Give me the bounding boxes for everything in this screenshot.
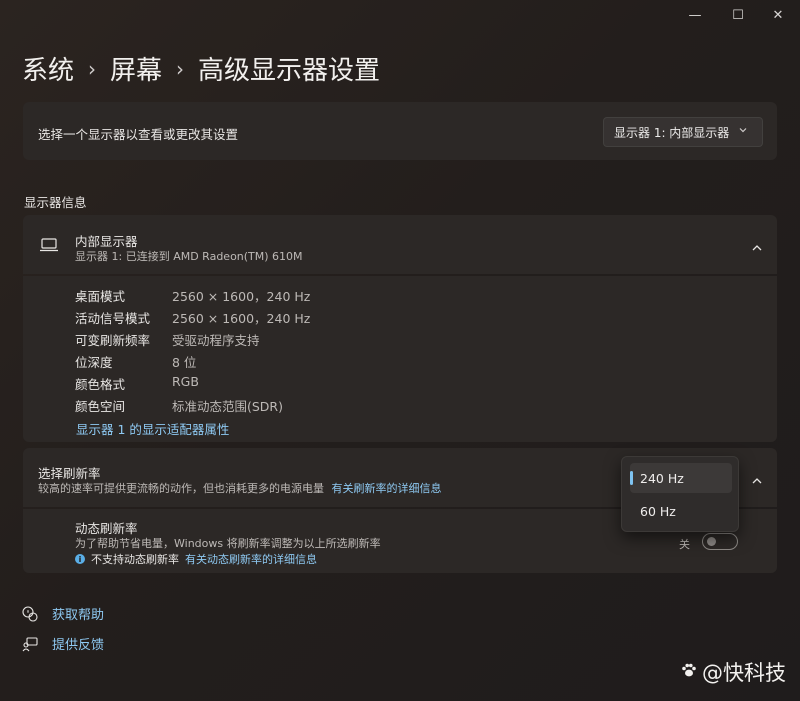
info-row-value: 8 位 (172, 355, 197, 370)
maximize-button[interactable]: ☐ (718, 0, 758, 30)
display-info-body: 桌面模式 2560 × 1600，240 Hz 活动信号模式 2560 × 16… (23, 276, 777, 442)
adapter-properties-link[interactable]: 显示器 1 的显示适配器属性 (76, 419, 229, 438)
info-row-key: 活动信号模式 (75, 311, 151, 326)
watermark-text: @快科技 (702, 661, 786, 685)
refresh-rate-description-text: 较高的速率可提供更流畅的动作，但也消耗更多的电源电量 (38, 482, 324, 495)
laptop-icon (39, 237, 59, 257)
breadcrumb-system[interactable]: 系统 (22, 50, 74, 87)
feedback-icon (22, 636, 38, 652)
info-row-value: 标准动态范围(SDR) (172, 399, 283, 414)
dynamic-refresh-toggle[interactable] (702, 533, 738, 550)
toggle-state-label: 关 (679, 538, 690, 551)
close-button[interactable]: ✕ (758, 0, 798, 30)
breadcrumb-display[interactable]: 屏幕 (110, 50, 162, 87)
get-help-link[interactable]: 获取帮助 (22, 604, 104, 623)
info-icon: i (75, 554, 85, 564)
refresh-rate-description: 较高的速率可提供更流畅的动作，但也消耗更多的电源电量 有关刷新率的详细信息 (38, 480, 442, 496)
paw-logo-icon (680, 660, 698, 684)
display-select-value: 显示器 1: 内部显示器 (614, 125, 730, 140)
breadcrumb-separator-icon: › (88, 56, 97, 81)
info-row-value: 受驱动程序支持 (172, 333, 260, 348)
info-row-value: RGB (172, 374, 199, 389)
selected-indicator (630, 471, 633, 485)
dynamic-refresh-description: 为了帮助节省电量，Windows 将刷新率调整为以上所选刷新率 (75, 537, 381, 550)
info-row-value: 2560 × 1600，240 Hz (172, 311, 311, 326)
minimize-button[interactable]: — (675, 0, 715, 30)
help-icon (22, 605, 38, 622)
display-select-card: 选择一个显示器以查看或更改其设置 显示器 1: 内部显示器 (23, 102, 777, 160)
refresh-rate-more-link[interactable]: 有关刷新率的详细信息 (332, 482, 442, 495)
chevron-down-icon (738, 125, 748, 138)
give-feedback-label: 提供反馈 (52, 638, 105, 653)
breadcrumb-separator-icon: › (176, 56, 185, 81)
refresh-option-label: 60 Hz (640, 503, 676, 519)
info-row-key: 桌面模式 (75, 289, 126, 304)
display-info-subtitle: 显示器 1: 已连接到 AMD Radeon(TM) 610M (75, 250, 303, 263)
info-row-value: 2560 × 1600，240 Hz (172, 289, 311, 304)
info-row-key: 位深度 (75, 355, 113, 370)
display-select-dropdown[interactable]: 显示器 1: 内部显示器 (603, 117, 763, 147)
display-select-label: 选择一个显示器以查看或更改其设置 (38, 127, 239, 142)
not-supported-text: 不支持动态刷新率 (91, 553, 179, 566)
toggle-knob (707, 537, 716, 546)
info-row-key: 可变刷新频率 (75, 333, 151, 348)
chevron-up-icon[interactable] (751, 472, 763, 484)
refresh-option-label: 240 Hz (640, 470, 684, 486)
dynamic-refresh-info-line: i 不支持动态刷新率 有关动态刷新率的详细信息 (75, 551, 317, 567)
dynamic-refresh-more-link[interactable]: 有关动态刷新率的详细信息 (185, 551, 317, 567)
display-info-header[interactable]: 内部显示器 显示器 1: 已连接到 AMD Radeon(TM) 610M (23, 215, 777, 274)
chevron-up-icon[interactable] (751, 239, 763, 251)
page-title: 高级显示器设置 (198, 56, 381, 86)
watermark: @快科技 (680, 657, 786, 687)
refresh-rate-dropdown: 240 Hz 60 Hz (621, 456, 739, 532)
refresh-option-240[interactable]: 240 Hz (630, 463, 732, 493)
info-row-key: 颜色空间 (75, 399, 126, 414)
get-help-label: 获取帮助 (52, 608, 105, 623)
breadcrumb: 系统 › 屏幕 › 高级显示器设置 (22, 50, 380, 87)
give-feedback-link[interactable]: 提供反馈 (22, 634, 104, 653)
info-row-key: 颜色格式 (75, 377, 126, 392)
display-info-section-title: 显示器信息 (24, 195, 87, 210)
refresh-option-60[interactable]: 60 Hz (630, 496, 732, 526)
